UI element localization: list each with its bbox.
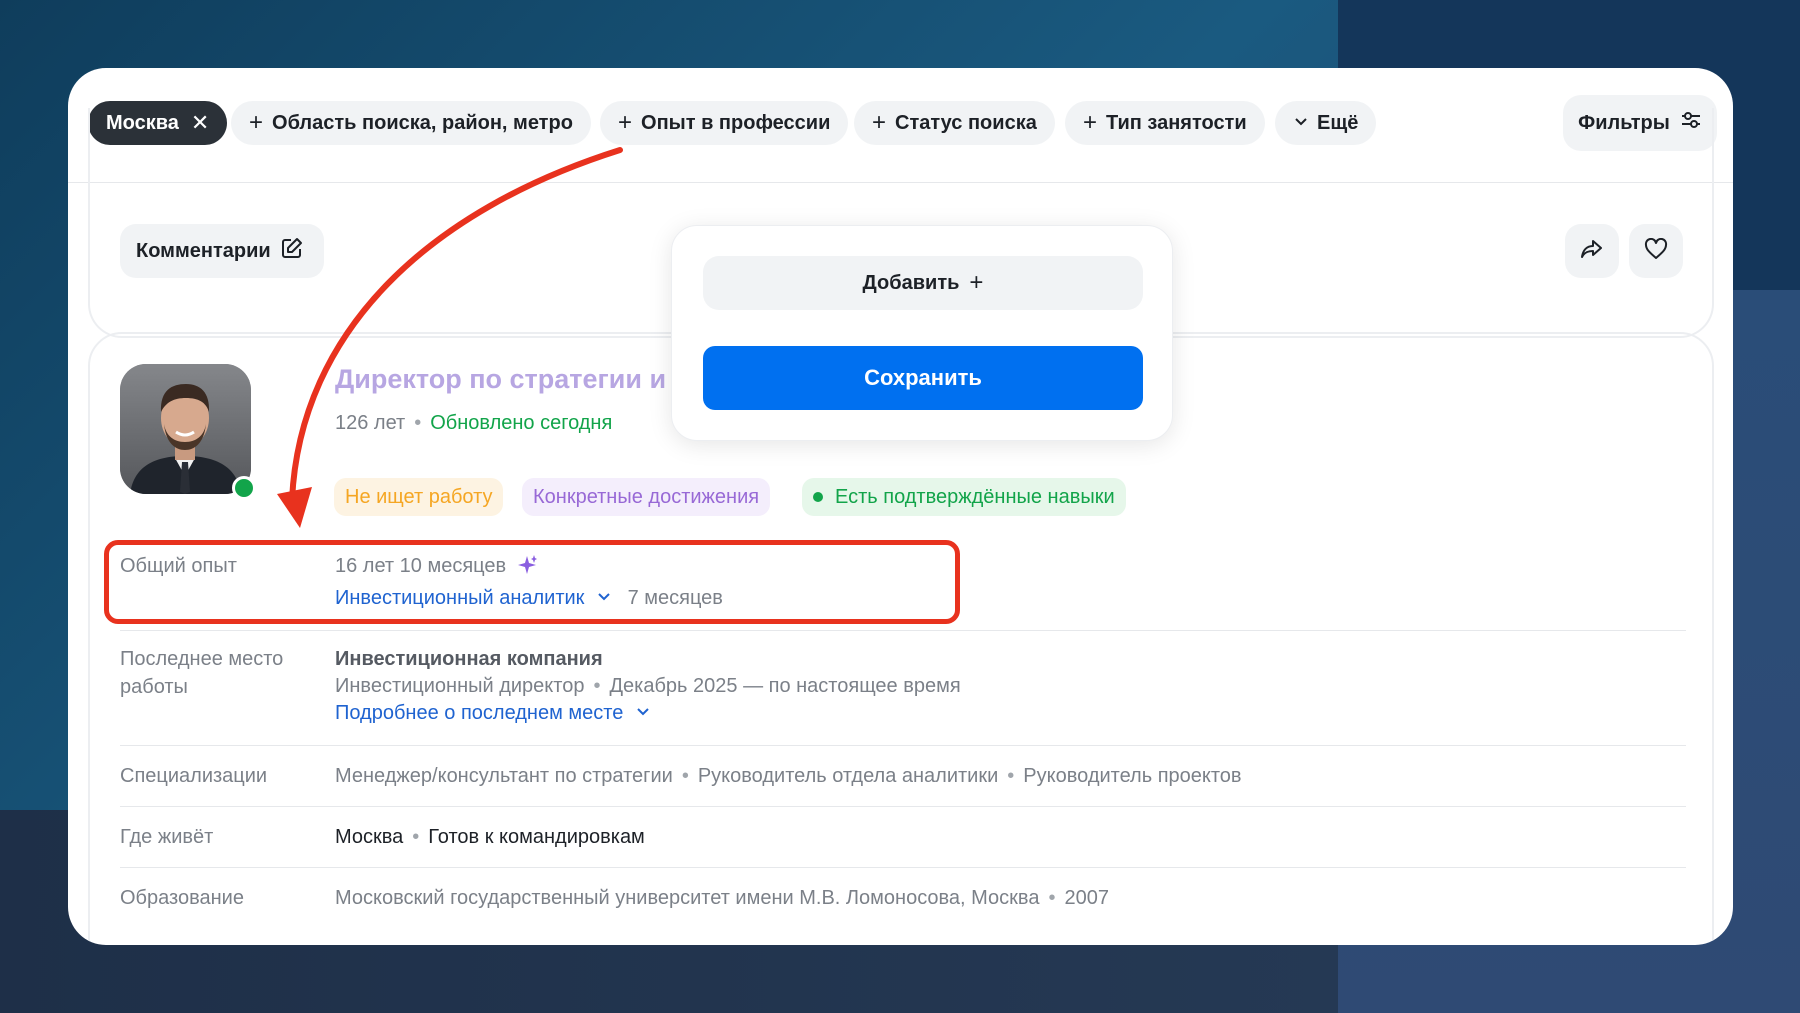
share-icon <box>1580 238 1604 265</box>
edit-icon <box>281 237 303 265</box>
specialization-item: Менеджер/консультант по стратегии <box>335 765 673 787</box>
education-label: Образование <box>120 887 244 909</box>
city-text: Москва <box>335 826 404 848</box>
specializations-label: Специализации <box>120 765 268 787</box>
comments-button[interactable]: Комментарии <box>120 224 324 278</box>
specialization-item: Руководитель проектов <box>1023 765 1242 787</box>
share-button[interactable] <box>1565 224 1619 278</box>
last-job-position: Инвестиционный директор • Декабрь 2025 — п… <box>335 675 961 697</box>
annotation-highlight-box <box>104 540 960 624</box>
last-job-company: Инвестиционная компания <box>335 648 603 670</box>
age-text: 126 лет <box>335 412 406 434</box>
save-label: Сохранить <box>864 365 982 390</box>
period-text: Декабрь 2025 — по настоящее время <box>609 675 961 697</box>
divider <box>120 630 1686 631</box>
specialization-item: Руководитель отдела аналитики <box>697 765 999 787</box>
add-experience-popup: Добавить + Сохранить <box>671 225 1173 441</box>
education-value: Московский государственный университет и… <box>335 887 1109 909</box>
specializations-list: Менеджер/консультант по стратегии • Руково… <box>335 765 1242 787</box>
save-button[interactable]: Сохранить <box>703 346 1143 410</box>
resume-card-window: Москва ✕ + Область поиска, район, метро … <box>68 68 1733 945</box>
chevron-down-icon[interactable] <box>629 702 651 724</box>
heart-icon <box>1644 237 1668 265</box>
divider <box>120 806 1686 807</box>
tag-not-looking: Не ищет работу <box>334 478 504 516</box>
tag-label: Не ищет работу <box>345 485 493 508</box>
tag-label: Есть подтверждённые навыки <box>835 485 1115 508</box>
tag-achievements: Конкретные достижения <box>522 478 771 516</box>
more-link[interactable]: Подробнее о последнем месте <box>335 702 623 724</box>
comments-label: Комментарии <box>136 239 271 262</box>
university-text: Московский государственный университет и… <box>335 887 1040 909</box>
last-job-label-line: работы <box>120 676 188 698</box>
year-text: 2007 <box>1064 887 1109 909</box>
updated-text: Обновлено сегодня <box>430 412 613 434</box>
avatar <box>120 364 251 494</box>
last-job-more[interactable]: Подробнее о последнем месте <box>335 699 651 727</box>
online-status-indicator <box>232 476 256 500</box>
plus-icon: + <box>969 269 984 296</box>
divider <box>120 867 1686 868</box>
last-job-label: Последнее место работы <box>120 645 283 701</box>
add-button[interactable]: Добавить + <box>703 256 1143 310</box>
add-label: Добавить <box>862 271 960 294</box>
tag-label: Конкретные достижения <box>533 485 760 508</box>
location-value: Москва • Готов к командировкам <box>335 826 645 848</box>
tag-verified-skills: Есть подтверждённые навыки <box>802 478 1126 516</box>
divider <box>120 745 1686 746</box>
resume-meta: 126 лет • Обновлено сегодня <box>335 412 613 434</box>
green-dot-icon <box>813 492 823 502</box>
location-label: Где живёт <box>120 826 214 848</box>
position-text: Инвестиционный директор <box>335 675 585 697</box>
last-job-label-line: Последнее место <box>120 648 284 670</box>
favorite-button[interactable] <box>1629 224 1683 278</box>
travel-text: Готов к командировкам <box>428 826 645 848</box>
